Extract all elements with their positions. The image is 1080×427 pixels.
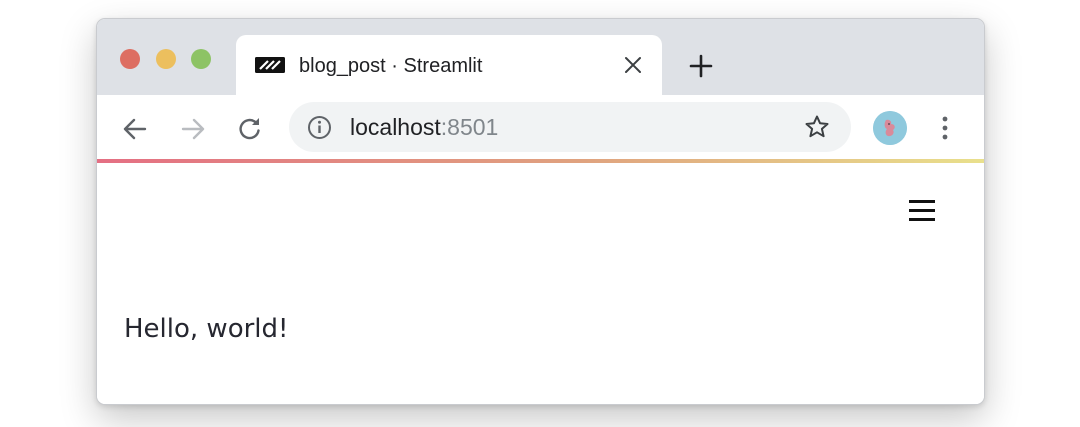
maximize-window-button[interactable] — [191, 49, 211, 69]
url-host: localhost — [350, 114, 441, 140]
hamburger-line — [909, 200, 935, 203]
address-bar[interactable]: localhost:8501 — [289, 102, 851, 152]
arrow-left-icon[interactable] — [121, 115, 149, 143]
browser-toolbar: localhost:8501 — [97, 95, 984, 161]
hamburger-menu-icon[interactable] — [909, 200, 935, 222]
avatar-icon[interactable] — [873, 111, 907, 145]
hamburger-line — [909, 218, 935, 221]
more-vertical-icon[interactable] — [937, 113, 953, 143]
tab-strip: blog_post · Streamlit — [97, 19, 984, 97]
close-window-button[interactable] — [120, 49, 140, 69]
arrow-right-icon[interactable] — [179, 115, 207, 143]
hamburger-line — [909, 209, 935, 212]
star-icon[interactable] — [803, 113, 831, 141]
close-icon[interactable] — [622, 54, 644, 76]
plus-icon[interactable] — [687, 52, 715, 80]
streamlit-logo-icon — [255, 57, 285, 73]
app-content: Hello, world! — [97, 163, 984, 404]
reload-icon[interactable] — [236, 115, 264, 143]
avatar-image — [873, 111, 907, 145]
info-icon[interactable] — [307, 115, 332, 140]
tab-title: blog_post · Streamlit — [299, 55, 483, 77]
minimize-window-button[interactable] — [156, 49, 176, 69]
url-port: :8501 — [440, 114, 499, 140]
browser-window: blog_post · Streamlit localhost:8501 Hel… — [96, 18, 985, 405]
browser-tab[interactable]: blog_post · Streamlit — [236, 35, 662, 97]
app-text: Hello, world! — [124, 314, 289, 344]
url-text[interactable]: localhost:8501 — [350, 113, 498, 141]
